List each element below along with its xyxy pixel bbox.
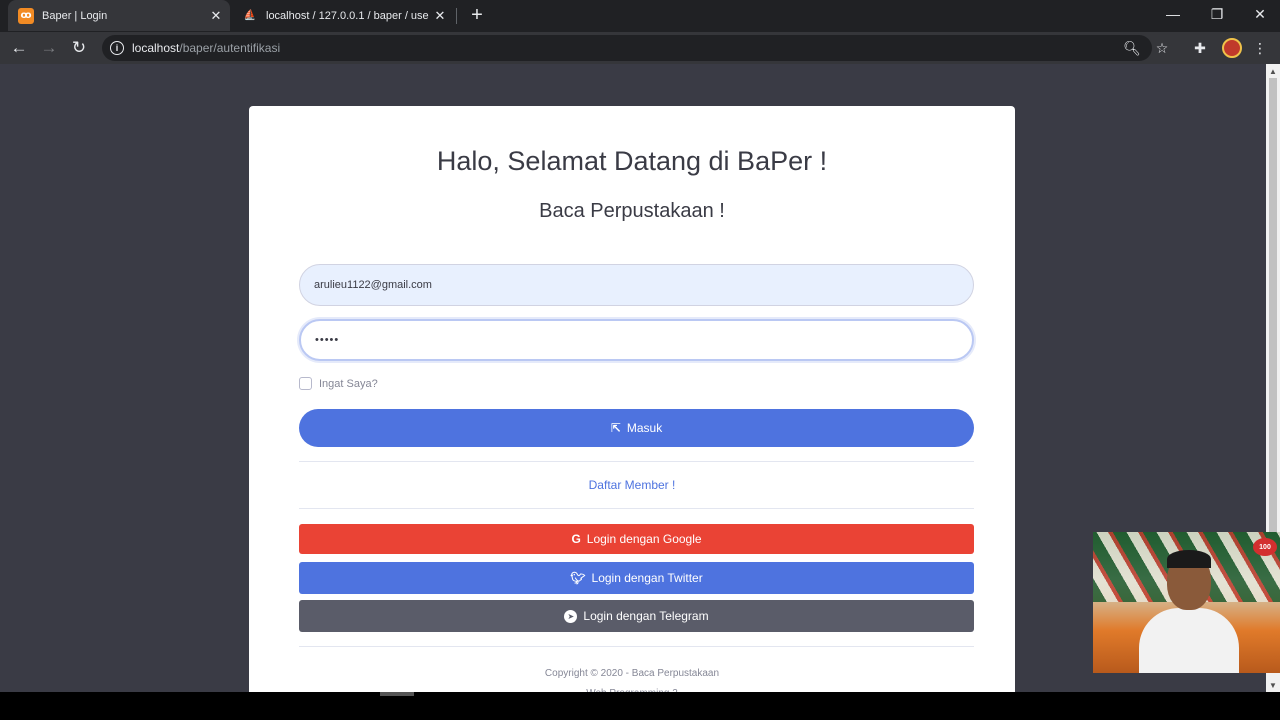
forward-button[interactable]: → [37, 36, 61, 60]
scroll-down-icon[interactable]: ▼ [1266, 678, 1280, 692]
login-google-button[interactable]: G Login dengan Google [299, 524, 974, 554]
tab-phpmyadmin[interactable]: ⛵ localhost / 127.0.0.1 / baper / use ✕ [232, 0, 454, 31]
address-bar[interactable]: i localhost/baper/autentifikasi [102, 35, 1152, 61]
tab-baper-login[interactable]: ꝏ Baper | Login ✕ [8, 0, 230, 31]
webcam-person-body [1139, 608, 1239, 673]
url-path: /baper/autentifikasi [179, 41, 281, 55]
divider [299, 508, 974, 509]
tab-separator [456, 8, 457, 24]
tab-title: Baper | Login [42, 9, 108, 22]
bottom-bar [0, 692, 1280, 720]
course-text: Web Programming 2 [249, 684, 1015, 692]
divider [299, 646, 974, 647]
webcam-overlay: 100 [1093, 532, 1280, 673]
login-card: Halo, Selamat Datang di BaPer ! Baca Per… [249, 106, 1015, 692]
extensions-icon[interactable]: ✚ [1190, 38, 1210, 58]
close-window-button[interactable]: ✕ [1238, 0, 1280, 28]
xampp-icon: ꝏ [18, 7, 34, 24]
bookmark-star-icon[interactable]: ☆ [1152, 38, 1172, 58]
email-field[interactable]: arulieu1122@gmail.com [299, 264, 974, 306]
close-tab-icon[interactable]: ✕ [206, 8, 226, 24]
copyright-text: Copyright © 2020 - Baca Perpustakaan [544, 668, 720, 679]
minimize-button[interactable]: — [1151, 0, 1195, 28]
close-tab-icon[interactable]: ✕ [430, 8, 450, 24]
register-link[interactable]: Daftar Member ! [249, 478, 1015, 492]
remember-me[interactable]: Ingat Saya? [299, 377, 378, 390]
password-field[interactable]: ••••• [299, 319, 974, 361]
login-twitter-button[interactable]: 🐦︎ Login dengan Twitter [299, 562, 974, 594]
profile-avatar[interactable] [1222, 38, 1242, 58]
google-icon: G [571, 532, 581, 546]
footer: Copyright © 2020 - Baca Perpustakaan Web… [249, 664, 1015, 692]
login-button-label: Masuk [626, 421, 663, 435]
login-telegram-label: Login dengan Telegram [583, 609, 709, 623]
login-button[interactable]: ⇱ Masuk [299, 409, 974, 447]
login-twitter-label: Login dengan Twitter [591, 571, 703, 585]
phpmyadmin-icon: ⛵ [243, 10, 257, 21]
browser-toolbar: ← → ↻ i localhost/baper/autentifikasi 🔍︎… [0, 32, 1280, 64]
tab-title: localhost / 127.0.0.1 / baper / use [266, 9, 429, 22]
zoom-icon[interactable]: 🔍︎ [1122, 38, 1142, 58]
reload-button[interactable]: ↻ [67, 36, 91, 60]
login-google-label: Login dengan Google [586, 532, 702, 546]
remember-label: Ingat Saya? [319, 377, 378, 390]
webcam-person-hair [1167, 550, 1211, 568]
page-subtitle: Baca Perpustakaan ! [539, 200, 725, 222]
tab-strip: ꝏ Baper | Login ✕ ⛵ localhost / 127.0.0.… [0, 0, 1280, 32]
scroll-up-icon[interactable]: ▲ [1266, 64, 1280, 78]
new-tab-button[interactable]: + [466, 5, 488, 27]
restore-button[interactable]: ❐ [1195, 0, 1239, 28]
url-host: localhost [132, 41, 180, 55]
sign-in-icon: ⇱ [610, 421, 621, 435]
page-title: Halo, Selamat Datang di BaPer ! [436, 146, 828, 176]
info-icon[interactable]: i [110, 41, 124, 55]
horizontal-scroll-thumb[interactable] [380, 692, 414, 696]
twitter-icon: 🐦︎ [570, 571, 586, 585]
remember-checkbox[interactable] [299, 377, 312, 390]
webcam-logo: 100 [1253, 538, 1277, 556]
page-viewport: Halo, Selamat Datang di BaPer ! Baca Per… [0, 64, 1266, 692]
login-telegram-button[interactable]: ➤ Login dengan Telegram [299, 600, 974, 632]
divider [299, 461, 974, 462]
menu-icon[interactable]: ⋮ [1250, 38, 1270, 58]
back-button[interactable]: ← [7, 36, 31, 60]
telegram-icon: ➤ [564, 609, 578, 623]
